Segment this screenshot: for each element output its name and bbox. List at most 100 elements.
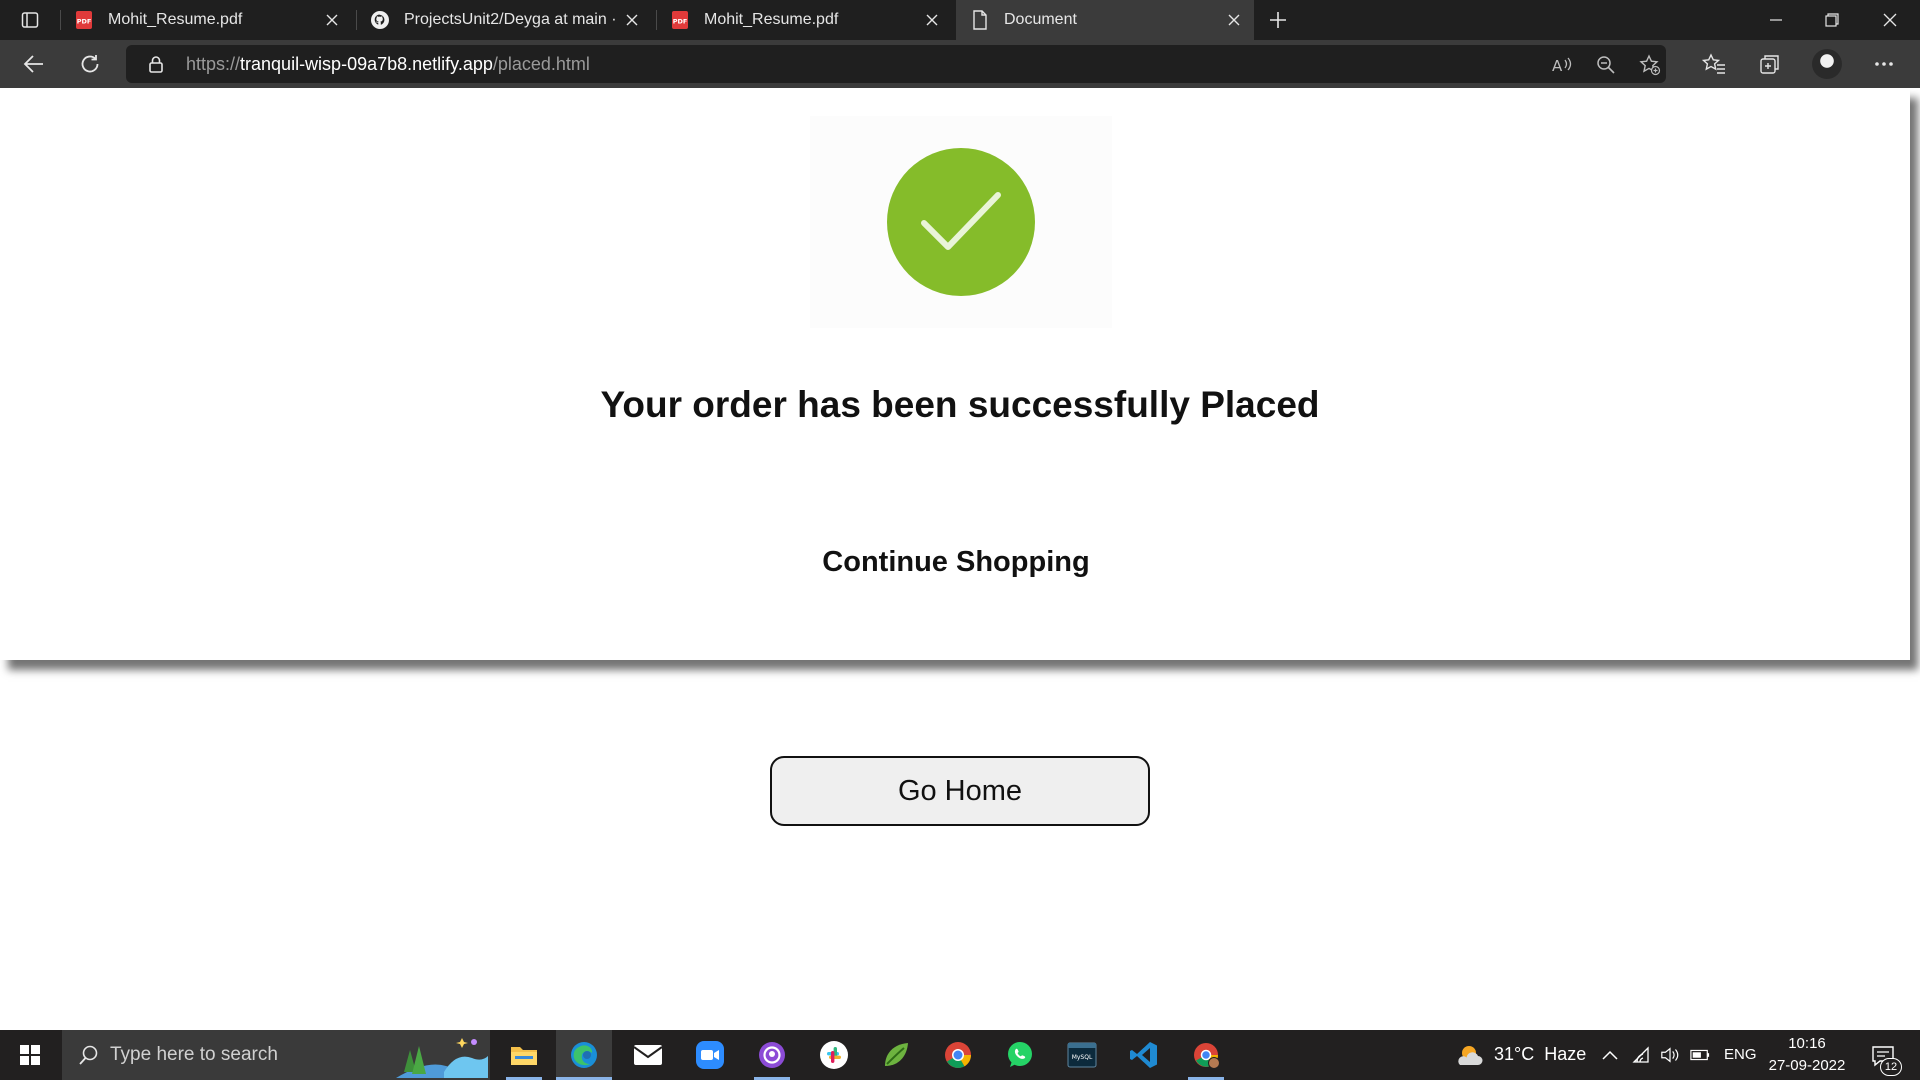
go-home-button[interactable]: Go Home [770, 756, 1150, 826]
windows-taskbar: Type here to search MySQL 31°C Haze ENG … [0, 1030, 1920, 1080]
browser-toolbar: https://tranquil-wisp-09a7b8.netlify.app… [0, 40, 1920, 88]
url-scheme: https:// [186, 54, 241, 74]
language-indicator[interactable]: ENG [1724, 1046, 1757, 1063]
settings-more-button[interactable] [1866, 48, 1902, 80]
weather-icon[interactable] [1456, 1042, 1484, 1068]
url-text[interactable]: https://tranquil-wisp-09a7b8.netlify.app… [186, 54, 590, 75]
chrome-profile-icon [1194, 1043, 1220, 1069]
document-icon [970, 10, 990, 30]
slack-icon [820, 1041, 848, 1069]
taskbar-mysql-workbench[interactable]: MySQL [1054, 1030, 1110, 1080]
back-button[interactable] [16, 48, 52, 80]
profile-avatar[interactable] [1812, 49, 1842, 79]
tab-mohit-resume-1[interactable]: PDF Mohit_Resume.pdf [60, 0, 352, 40]
zoom-out-icon[interactable] [1594, 54, 1618, 76]
notification-count-badge: 12 [1880, 1058, 1902, 1076]
close-icon [1883, 13, 1897, 27]
order-success-heading: Your order has been successfully Placed [600, 384, 1320, 425]
close-window-button[interactable] [1862, 0, 1918, 40]
clock-date[interactable]: 27-09-2022 [1768, 1057, 1846, 1074]
search-placeholder: Type here to search [110, 1044, 278, 1065]
spring-leaf-icon [885, 1043, 908, 1066]
mail-icon [633, 1045, 663, 1065]
page-viewport: Your order has been successfully Placed … [0, 88, 1920, 1030]
folder-icon [511, 1047, 537, 1065]
new-tab-button[interactable] [1262, 4, 1294, 36]
tab-mohit-resume-2[interactable]: PDF Mohit_Resume.pdf [656, 0, 952, 40]
tab-title: ProjectsUnit2/Deyga at main · Im [404, 11, 618, 28]
lock-icon[interactable] [146, 54, 166, 74]
chrome-icon [945, 1042, 972, 1068]
search-highlight-illustration [396, 1032, 488, 1078]
restore-icon [1825, 13, 1839, 27]
taskbar-edge[interactable] [556, 1030, 612, 1080]
tab-close-icon[interactable] [918, 6, 946, 34]
taskbar-file-explorer[interactable] [496, 1030, 552, 1080]
browser-tab-strip: PDF Mohit_Resume.pdf ProjectsUnit2/Deyga… [0, 0, 1920, 40]
tab-close-icon[interactable] [1220, 6, 1248, 34]
windows-logo-icon [20, 1045, 40, 1065]
favorites-button[interactable] [1696, 48, 1732, 80]
url-path: /placed.html [492, 54, 590, 74]
taskbar-vs-code[interactable] [1116, 1030, 1172, 1080]
pdf-icon: PDF [670, 10, 690, 30]
svg-text:MySQL: MySQL [1072, 1054, 1093, 1061]
minimize-button[interactable] [1748, 0, 1804, 40]
taskbar-search-box[interactable]: Type here to search [62, 1030, 490, 1080]
collections-button[interactable] [1752, 48, 1788, 80]
url-host: tranquil-wisp-09a7b8.netlify.app [240, 54, 493, 74]
pdf-icon: PDF [74, 10, 94, 30]
address-bar[interactable]: https://tranquil-wisp-09a7b8.netlify.app… [126, 45, 1666, 83]
battery-icon[interactable] [1690, 1045, 1710, 1065]
network-wifi-icon[interactable] [1632, 1045, 1652, 1065]
tab-actions-button[interactable] [10, 6, 50, 34]
tab-github-deyga[interactable]: ProjectsUnit2/Deyga at main · Im [356, 0, 652, 40]
taskbar-github-desktop[interactable] [744, 1030, 800, 1080]
more-dots-icon [1875, 62, 1893, 66]
order-confirmation-card: Your order has been successfully Placed … [0, 88, 1910, 660]
show-hidden-icons-chevron-icon[interactable] [1600, 1045, 1620, 1065]
continue-shopping-link[interactable]: Continue Shopping [0, 546, 1912, 579]
tab-close-icon[interactable] [618, 6, 646, 34]
svg-text:A: A [1552, 57, 1563, 74]
tab-actions-icon [21, 12, 39, 28]
taskbar-zoom[interactable] [682, 1030, 738, 1080]
start-button[interactable] [0, 1030, 60, 1080]
whatsapp-icon [1008, 1042, 1032, 1067]
github-desktop-icon [759, 1042, 785, 1068]
collections-icon [1760, 55, 1779, 74]
svg-text:PDF: PDF [673, 18, 688, 26]
weather-temp: 31°C [1494, 1044, 1535, 1064]
taskbar-mail[interactable] [620, 1030, 676, 1080]
plus-icon [1270, 12, 1286, 28]
taskbar-whatsapp[interactable] [992, 1030, 1048, 1080]
restore-button[interactable] [1804, 0, 1860, 40]
tab-title: Mohit_Resume.pdf [704, 11, 839, 28]
volume-icon[interactable] [1660, 1045, 1680, 1065]
svg-text:PDF: PDF [77, 18, 92, 26]
tab-document[interactable]: Document [956, 0, 1254, 40]
back-arrow-icon [23, 55, 43, 73]
add-favorite-icon[interactable] [1638, 54, 1662, 76]
tab-title: Mohit_Resume.pdf [108, 11, 243, 28]
zoom-icon [696, 1041, 724, 1069]
read-aloud-icon[interactable]: A [1550, 54, 1574, 76]
minimize-icon [1770, 19, 1782, 21]
success-image [810, 116, 1112, 328]
reload-button[interactable] [72, 48, 108, 80]
favorites-icon [1702, 53, 1725, 74]
taskbar-slack[interactable] [806, 1030, 862, 1080]
github-icon [370, 10, 390, 30]
edge-icon [571, 1042, 597, 1068]
vscode-icon [1130, 1042, 1157, 1068]
taskbar-spring-tool-suite[interactable] [868, 1030, 924, 1080]
weather-condition: Haze [1544, 1044, 1587, 1064]
reload-icon [81, 55, 99, 73]
search-icon [79, 1045, 98, 1065]
taskbar-chrome-profile[interactable] [1178, 1030, 1234, 1080]
taskbar-chrome[interactable] [930, 1030, 986, 1080]
mysql-workbench-icon: MySQL [1067, 1042, 1097, 1068]
clock-time[interactable]: 10:16 [1768, 1035, 1846, 1052]
tab-close-icon[interactable] [318, 6, 346, 34]
weather-text[interactable]: 31°C Haze [1494, 1044, 1586, 1065]
